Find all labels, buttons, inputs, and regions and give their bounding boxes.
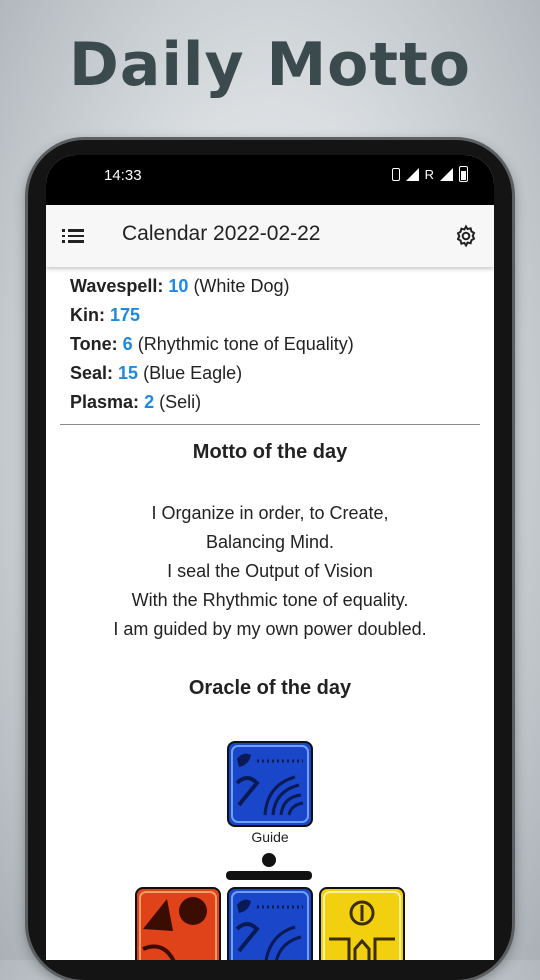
app-title: Calendar 2022-02-22 [122, 222, 321, 245]
status-bar: 14:33 R [46, 155, 494, 205]
kin-info: Wavespell: 10 (White Dog) Kin: 175 Tone:… [70, 272, 354, 417]
yellow-warrior-glyph-icon[interactable] [319, 887, 405, 960]
plasma-row: Plasma: 2 (Seli) [70, 392, 202, 412]
tone-dot-icon [262, 853, 276, 867]
content: Wavespell: 10 (White Dog) Kin: 175 Tone:… [46, 267, 494, 960]
blue-eagle-glyph-icon[interactable] [227, 887, 313, 960]
blue-eagle-glyph-icon[interactable] [227, 741, 313, 827]
kin-row: Kin: 175 [70, 305, 141, 325]
motto-line: I Organize in order, to Create, [151, 503, 389, 523]
vibrate-icon [391, 167, 400, 181]
divider [60, 424, 480, 425]
app-bar: Calendar 2022-02-22 [46, 205, 494, 267]
status-icons: R [391, 166, 468, 182]
network-label: R [424, 166, 434, 182]
red-earth-glyph-icon[interactable] [135, 887, 221, 960]
menu-icon[interactable] [62, 229, 84, 243]
motto-line: With the Rhythmic tone of equality. [131, 590, 409, 610]
wavespell-row: Wavespell: 10 (White Dog) [70, 276, 290, 296]
tone-row: Tone: 6 (Rhythmic tone of Equality) [70, 334, 354, 354]
guide-label: Guide [251, 829, 289, 845]
motto-line: I am guided by my own power doubled. [113, 619, 427, 639]
signal-icon-2 [440, 167, 453, 181]
battery-icon [459, 166, 468, 182]
app-screen: 14:33 R Calendar 2022-02-22 Wavespell: 1… [46, 155, 494, 960]
motto-line: I seal the Output of Vision [167, 561, 373, 581]
gear-icon[interactable] [454, 224, 478, 248]
oracle-title: Oracle of the day [188, 677, 352, 699]
motto-title: Motto of the day [192, 441, 348, 463]
status-time: 14:33 [104, 167, 142, 184]
seal-row: Seal: 15 (Blue Eagle) [70, 363, 243, 383]
motto-line: Balancing Mind. [205, 532, 335, 552]
tone-bar-icon [226, 871, 312, 880]
motto-text: I Organize in order, to Create, Balancin… [46, 499, 494, 644]
signal-icon [405, 167, 419, 181]
promo-title: Daily Motto [69, 30, 471, 100]
